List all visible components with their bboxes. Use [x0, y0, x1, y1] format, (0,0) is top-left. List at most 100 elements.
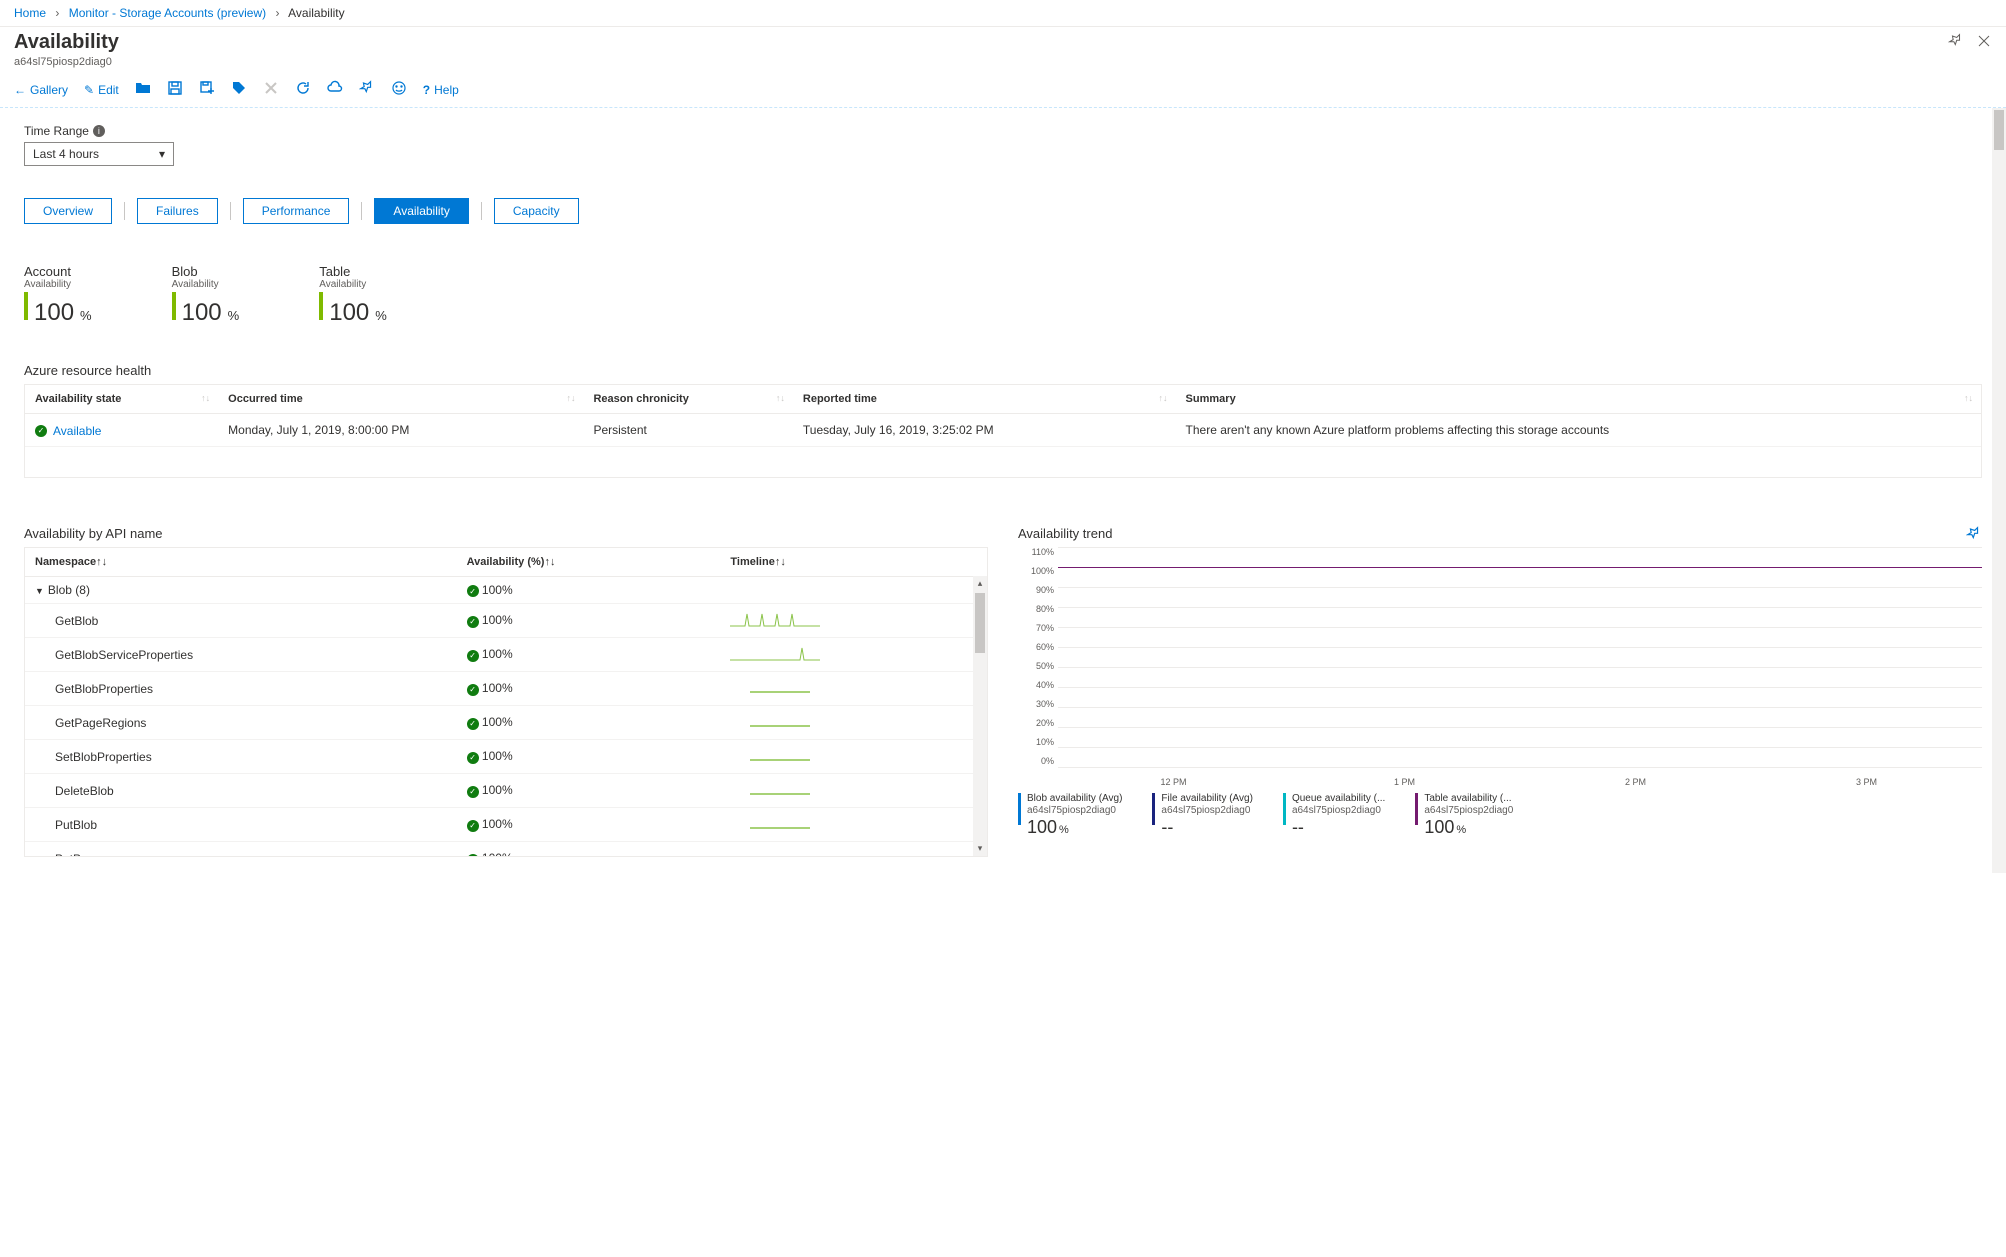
tab-divider — [481, 202, 482, 220]
legend-swatch — [1283, 793, 1286, 825]
table-row[interactable]: ✓Available Monday, July 1, 2019, 8:00:00… — [25, 414, 1981, 447]
reported-time: Tuesday, July 16, 2019, 3:25:02 PM — [793, 414, 1176, 447]
y-tick-label: 50% — [1018, 661, 1054, 671]
metric-unit: % — [80, 308, 92, 323]
grid-line — [1058, 727, 1982, 728]
edit-button[interactable]: ✎ Edit — [84, 83, 119, 97]
save-icon[interactable] — [167, 80, 183, 99]
availability-state[interactable]: ✓Available — [35, 424, 101, 438]
pin-chart-icon[interactable] — [1966, 526, 1982, 545]
table-header[interactable]: Occurred time↑↓ — [218, 385, 583, 414]
legend-item[interactable]: Queue availability (... a64sl75piosp2dia… — [1283, 793, 1385, 839]
info-icon[interactable]: i — [93, 125, 105, 137]
legend-item[interactable]: Blob availability (Avg) a64sl75piosp2dia… — [1018, 793, 1122, 839]
tab-performance[interactable]: Performance — [243, 198, 350, 224]
legend-value: 100% — [1027, 817, 1122, 839]
tab-divider — [230, 202, 231, 220]
table-group-row[interactable]: ▼Blob (8) ✓ 100% — [25, 576, 987, 604]
grid-line — [1058, 607, 1982, 608]
sparkline — [720, 740, 987, 774]
scroll-down-icon[interactable]: ▾ — [976, 841, 985, 856]
tab-failures[interactable]: Failures — [137, 198, 218, 224]
trend-chart: 110%100%90%80%70%60%50%40%30%20%10%0% 12… — [1018, 547, 1982, 787]
table-row[interactable]: GetPageRegions ✓ 100% — [25, 706, 987, 740]
api-availability: ✓ 100% — [457, 706, 721, 740]
api-name: PutBlob — [25, 808, 457, 842]
table-row[interactable]: SetBlobProperties ✓ 100% — [25, 740, 987, 774]
breadcrumb-monitor[interactable]: Monitor - Storage Accounts (preview) — [69, 6, 266, 20]
check-circle-icon: ✓ — [467, 650, 479, 662]
api-scrollbar[interactable]: ▴ ▾ — [973, 576, 987, 856]
api-availability: ✓ 100% — [457, 604, 721, 638]
metric-subtitle: Availability — [24, 279, 92, 290]
table-header[interactable]: Namespace↑↓ — [25, 548, 457, 577]
page-scrollbar[interactable] — [1992, 108, 2006, 873]
table-row[interactable]: GetBlobProperties ✓ 100% — [25, 672, 987, 706]
check-circle-icon: ✓ — [467, 786, 479, 798]
time-range-select[interactable]: Last 4 hours ▾ — [24, 142, 174, 166]
legend-sub: a64sl75piosp2diag0 — [1161, 805, 1253, 817]
scroll-up-icon[interactable]: ▴ — [976, 576, 985, 591]
metric-subtitle: Availability — [319, 279, 387, 290]
y-tick-label: 40% — [1018, 680, 1054, 690]
table-header[interactable]: Summary↑↓ — [1176, 385, 1981, 414]
table-row[interactable]: PutBlob ✓ 100% — [25, 808, 987, 842]
question-icon: ? — [423, 83, 430, 97]
table-header[interactable]: Timeline↑↓ — [720, 548, 987, 577]
open-folder-icon[interactable] — [135, 80, 151, 99]
metric-title: Account — [24, 264, 92, 279]
refresh-icon[interactable] — [295, 80, 311, 99]
legend-sub: a64sl75piosp2diag0 — [1292, 805, 1385, 817]
metric-value: 100 — [182, 299, 222, 327]
metric-unit: % — [228, 308, 240, 323]
scroll-thumb[interactable] — [975, 593, 985, 653]
table-header[interactable]: Reported time↑↓ — [793, 385, 1176, 414]
legend-item[interactable]: File availability (Avg) a64sl75piosp2dia… — [1152, 793, 1253, 839]
close-icon[interactable] — [1976, 33, 1992, 52]
tab-row: Overview Failures Performance Availability C… — [24, 198, 1982, 224]
breadcrumb-sep: › — [55, 6, 59, 20]
breadcrumb-sep: › — [275, 6, 279, 20]
api-availability: ✓ 100% — [457, 808, 721, 842]
table-row[interactable]: GetBlob ✓ 100% — [25, 604, 987, 638]
metric-value: 100 — [329, 299, 369, 327]
grid-line — [1058, 587, 1982, 588]
back-arrow-icon: ← — [14, 83, 26, 97]
grid-line — [1058, 627, 1982, 628]
pin-toolbar-icon[interactable] — [359, 80, 375, 99]
tag-icon[interactable] — [231, 80, 247, 99]
time-range-label: Time Range i — [24, 124, 1982, 138]
breadcrumb-home[interactable]: Home — [14, 6, 46, 20]
legend-sub: a64sl75piosp2diag0 — [1424, 805, 1513, 817]
table-header[interactable]: Availability state↑↓ — [25, 385, 218, 414]
help-button[interactable]: ? Help — [423, 83, 459, 97]
y-tick-label: 20% — [1018, 718, 1054, 728]
sparkline — [720, 638, 987, 672]
api-availability: ✓ 100% — [457, 842, 721, 857]
x-tick-label: 12 PM — [1058, 777, 1289, 787]
tab-overview[interactable]: Overview — [24, 198, 112, 224]
legend-swatch — [1415, 793, 1418, 825]
check-circle-icon: ✓ — [467, 820, 479, 832]
sparkline — [720, 774, 987, 808]
table-row[interactable]: PutPage ✓ 100% — [25, 842, 987, 857]
tab-capacity[interactable]: Capacity — [494, 198, 579, 224]
legend-label: Blob availability (Avg) — [1027, 793, 1122, 805]
grid-line — [1058, 747, 1982, 748]
gallery-button[interactable]: ← Gallery — [14, 83, 68, 97]
summary: There aren't any known Azure platform pr… — [1176, 414, 1981, 447]
table-header[interactable]: Availability (%)↑↓ — [457, 548, 721, 577]
tab-availability[interactable]: Availability — [374, 198, 468, 224]
cloud-icon[interactable] — [327, 80, 343, 99]
table-header[interactable]: Reason chronicity↑↓ — [583, 385, 792, 414]
table-row[interactable]: GetBlobServiceProperties ✓ 100% — [25, 638, 987, 672]
page-scroll-thumb[interactable] — [1994, 110, 2004, 150]
legend-item[interactable]: Table availability (... a64sl75piosp2dia… — [1415, 793, 1513, 839]
feedback-icon[interactable] — [391, 80, 407, 99]
pin-icon[interactable] — [1948, 33, 1964, 52]
grid-line — [1058, 687, 1982, 688]
table-row[interactable]: DeleteBlob ✓ 100% — [25, 774, 987, 808]
metric-value: 100 — [34, 299, 74, 327]
save-as-icon[interactable] — [199, 80, 215, 99]
legend-label: Queue availability (... — [1292, 793, 1385, 805]
